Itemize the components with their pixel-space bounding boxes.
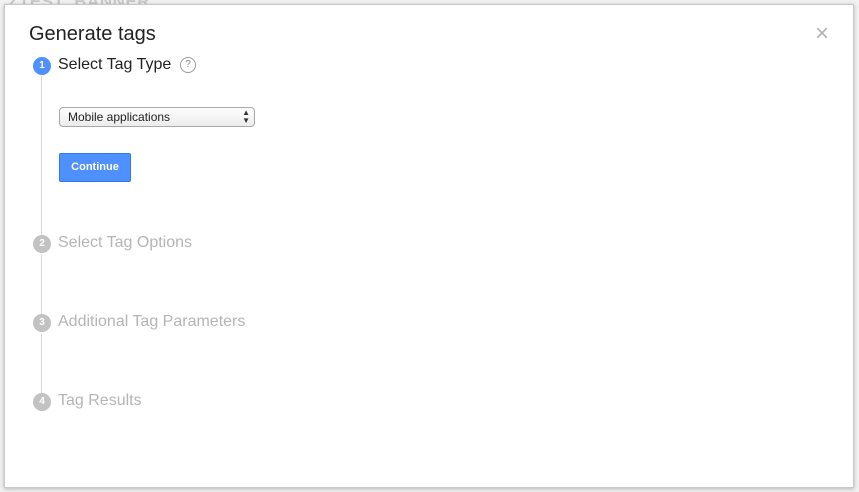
- help-icon[interactable]: ?: [180, 57, 196, 73]
- select-arrows-icon: ▲ ▼: [242, 108, 250, 125]
- step-connector: [41, 334, 42, 396]
- step-2-label: Select Tag Options: [58, 234, 193, 251]
- step-connector: [41, 255, 42, 317]
- generate-tags-dialog: Generate tags × 1 Select Tag Type ? Mobi…: [4, 4, 854, 488]
- step-2-number: 2: [33, 235, 51, 253]
- step-connector: [41, 76, 42, 237]
- tag-type-select[interactable]: Mobile applications ▲ ▼: [59, 107, 255, 127]
- step-4-label: Tag Results: [58, 392, 142, 409]
- step-4-number: 4: [33, 393, 51, 411]
- step-3-number: 3: [33, 314, 51, 332]
- step-1-label: Select Tag Type: [58, 56, 172, 73]
- close-icon[interactable]: ×: [811, 22, 833, 46]
- tag-type-select-value: Mobile applications: [68, 110, 171, 124]
- step-1-number: 1: [33, 57, 51, 75]
- dialog-title: Generate tags: [29, 23, 156, 45]
- continue-button[interactable]: Continue: [59, 153, 131, 182]
- step-3-label: Additional Tag Parameters: [58, 313, 246, 330]
